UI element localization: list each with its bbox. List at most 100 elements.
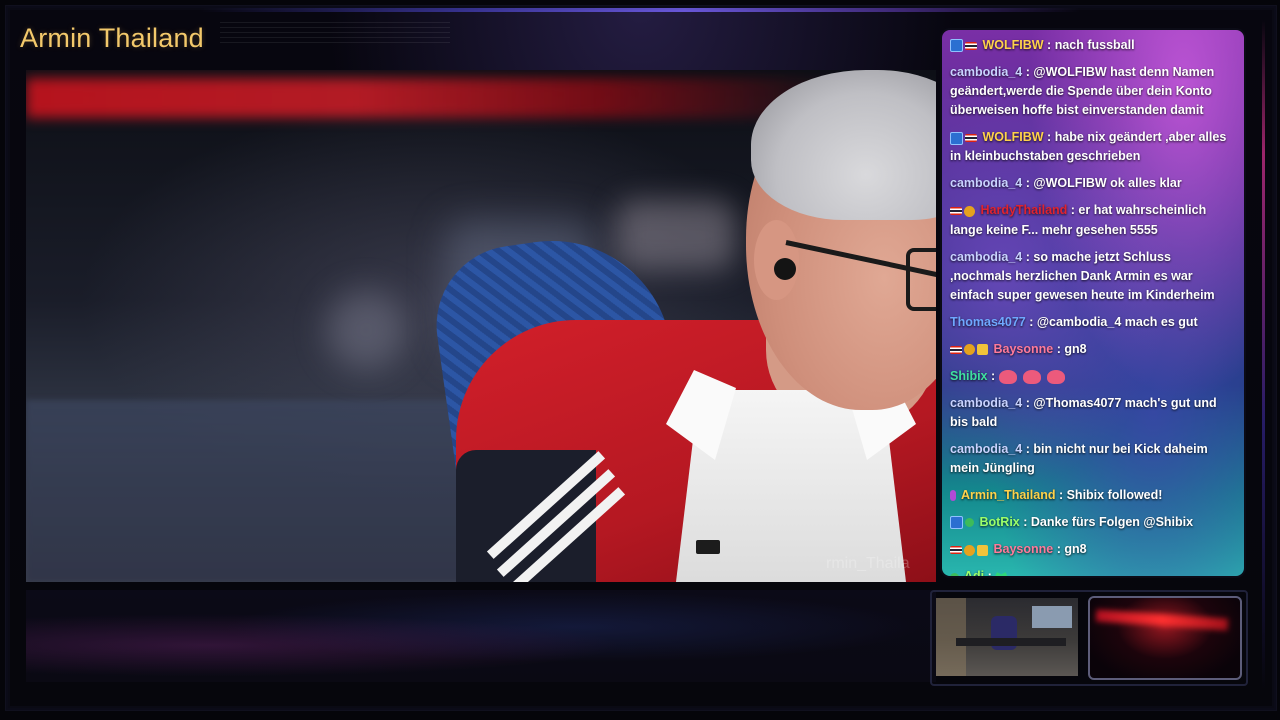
chat-separator: :	[1022, 249, 1034, 264]
chat-separator: :	[1043, 130, 1055, 145]
chat-separator: :	[1022, 395, 1034, 410]
chat-username[interactable]: Shibix	[950, 369, 988, 383]
chat-message: HardyThailand : er hat wahrscheinlich la…	[942, 198, 1244, 242]
subscriber-icon	[964, 205, 975, 217]
subscriber-icon	[964, 544, 975, 556]
chat-panel: WOLFIBW : nach fussball cambodia_4 : @WOL…	[942, 30, 1244, 576]
chat-message: Baysonne : gn8	[942, 537, 1244, 562]
chat-message: BotRix : Danke fürs Folgen @Shibix	[942, 510, 1244, 535]
stream-title: Armin Thailand	[20, 23, 204, 53]
broadcaster-icon	[950, 490, 956, 502]
room-camera-thumbnail	[936, 598, 1078, 676]
glasses-lens	[906, 248, 936, 311]
thai-flag-icon	[950, 345, 962, 354]
top-accent-bar	[200, 8, 1080, 12]
chat-separator: :	[1022, 176, 1034, 191]
chat-separator: :	[1019, 515, 1031, 530]
video-watermark: rmin_Thaila	[826, 555, 910, 572]
user-badges	[950, 540, 990, 559]
green-heart-icon	[995, 572, 1008, 576]
moderator-icon	[965, 518, 974, 528]
user-badges	[950, 128, 979, 147]
chat-username[interactable]: WOLFIBW	[982, 38, 1043, 52]
chat-message: cambodia_4 : @WOLFIBW hast denn Namen ge…	[942, 60, 1244, 123]
user-badges	[950, 202, 977, 221]
chat-separator: :	[1043, 38, 1055, 52]
chat-separator: :	[1067, 203, 1079, 218]
chat-message: cambodia_4 : so mache jetzt Schluss ,noc…	[942, 245, 1244, 308]
emote-icon	[1046, 369, 1065, 384]
subscriber-icon	[964, 344, 975, 356]
chat-text: gn8	[1064, 341, 1087, 356]
chat-username[interactable]: WOLFIBW	[982, 130, 1043, 144]
chat-text: Danke fürs Folgen @Shibix	[1030, 515, 1194, 530]
chat-separator: :	[1053, 341, 1065, 356]
user-badges	[950, 340, 990, 359]
chat-message: cambodia_4 : bin nicht nur bei Kick dahe…	[942, 437, 1244, 481]
red-light-thumbnail	[1088, 596, 1242, 680]
chat-separator: :	[1022, 441, 1034, 456]
room-light	[936, 598, 966, 676]
moderator-icon	[950, 572, 959, 576]
title-decoration	[220, 22, 450, 44]
chat-username[interactable]: cambodia_4	[950, 176, 1022, 190]
thai-flag-icon	[965, 134, 977, 143]
chat-message: Baysonne : gn8	[942, 337, 1244, 362]
chat-separator: :	[1025, 314, 1037, 329]
thai-flag-icon	[950, 207, 962, 216]
chat-username[interactable]: BotRix	[979, 515, 1019, 529]
background-object	[616, 200, 736, 270]
room-desk	[956, 638, 1066, 646]
thai-flag-icon	[950, 546, 962, 555]
chat-username[interactable]: Adi	[964, 569, 984, 576]
chat-text: Shibix followed!	[1066, 487, 1163, 502]
crown-icon	[977, 344, 988, 356]
user-badges	[950, 568, 961, 576]
crown-icon	[977, 544, 988, 556]
chat-text: @WOLFIBW ok alles klar	[1033, 176, 1182, 191]
chat-separator: :	[1055, 487, 1067, 502]
chat-username[interactable]: Armin_Thailand	[961, 488, 1055, 502]
chat-message: WOLFIBW : nach fussball	[942, 33, 1244, 58]
chat-text: gn8	[1064, 542, 1087, 557]
background-object	[326, 290, 406, 370]
chat-message: Armin_Thailand : Shibix followed!	[942, 483, 1244, 508]
red-light-bar	[1095, 609, 1229, 631]
chat-separator: :	[1053, 542, 1065, 557]
verified-icon	[950, 516, 963, 530]
chat-username[interactable]: Thomas4077	[950, 315, 1026, 329]
chat-message-list: WOLFIBW : nach fussball cambodia_4 : @WOL…	[942, 33, 1244, 576]
shirt-logo	[696, 540, 720, 554]
verified-icon	[950, 39, 963, 53]
chat-message: Shibix :	[942, 364, 1244, 389]
chat-text: @cambodia_4 mach es gut	[1036, 314, 1198, 329]
chat-message: Thomas4077 : @cambodia_4 mach es gut	[942, 310, 1244, 335]
chat-username[interactable]: Baysonne	[993, 342, 1053, 356]
chat-message: Adi :	[942, 564, 1244, 576]
earbud	[774, 258, 796, 280]
verified-icon	[950, 131, 963, 145]
chat-separator: :	[984, 569, 995, 576]
chat-username[interactable]: Baysonne	[993, 542, 1053, 556]
right-accent-bar	[1262, 20, 1265, 690]
chat-username[interactable]: cambodia_4	[950, 65, 1022, 79]
thai-flag-icon	[965, 41, 977, 50]
chat-separator: :	[987, 368, 999, 383]
room-monitor	[1032, 606, 1072, 628]
lower-decorative-band	[26, 590, 936, 682]
chat-separator: :	[1022, 65, 1034, 80]
emote-icon	[998, 369, 1017, 384]
user-badges	[950, 36, 979, 55]
chat-message: WOLFIBW : habe nix geändert ,aber alles …	[942, 125, 1244, 169]
chat-username[interactable]: cambodia_4	[950, 442, 1022, 456]
user-badges	[950, 486, 958, 505]
user-badges	[950, 513, 976, 532]
chat-message: cambodia_4 : @WOLFIBW ok alles klar	[942, 171, 1244, 196]
background-red-light	[26, 78, 846, 118]
chat-message: cambodia_4 : @Thomas4077 mach's gut und …	[942, 391, 1244, 435]
emote-icon	[1022, 369, 1041, 384]
chat-username[interactable]: cambodia_4	[950, 250, 1022, 264]
main-video-feed: rmin_Thaila	[26, 70, 936, 582]
chat-username[interactable]: cambodia_4	[950, 396, 1022, 410]
chat-username[interactable]: HardyThailand	[980, 203, 1067, 217]
